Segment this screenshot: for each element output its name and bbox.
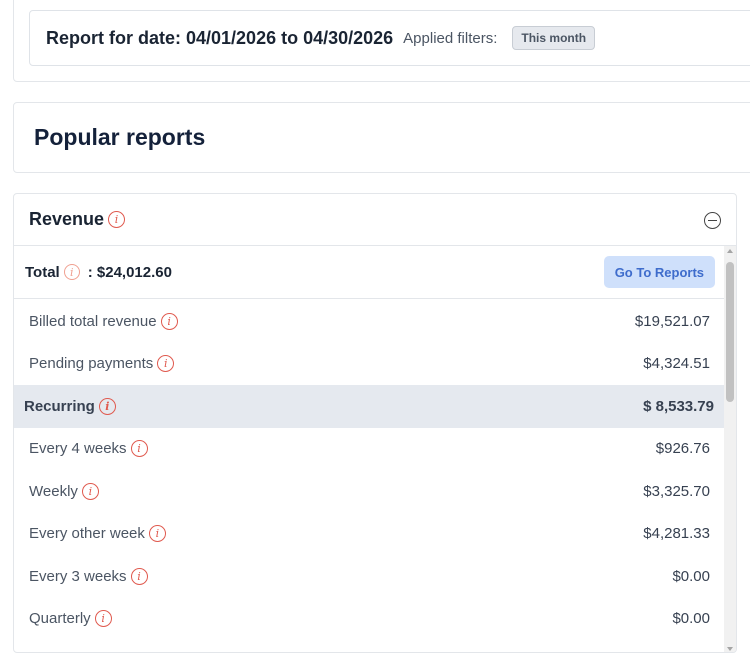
info-icon[interactable]: i — [130, 567, 148, 585]
row-label: Every 4 weeks — [29, 440, 127, 458]
revenue-row-billed-total: Billed total revenue i $19,521.07 — [14, 300, 726, 343]
revenue-info-icon[interactable]: i — [108, 211, 126, 228]
applied-filters-label: Applied filters: — [403, 29, 498, 47]
revenue-title: Revenue — [29, 209, 105, 229]
row-value: $4,281.33 — [643, 525, 710, 543]
row-label: Billed total revenue — [29, 312, 157, 330]
revenue-row-every-4-weeks: Every 4 weeks i $926.76 — [14, 428, 726, 471]
row-value: $4,324.51 — [643, 355, 710, 373]
row-value: $0.00 — [672, 610, 710, 628]
revenue-row-recurring: Recurring i $ 8,533.79 — [14, 385, 726, 428]
row-label: Weekly — [29, 482, 78, 500]
revenue-card: Revenue i Total i : $24,012.60 Go To Rep… — [13, 193, 737, 653]
row-label: Recurring — [24, 397, 95, 415]
row-label: Every 3 weeks — [29, 567, 127, 585]
row-value: $19,521.07 — [634, 312, 710, 330]
scroll-down-arrow-icon[interactable] — [727, 647, 733, 651]
scroll-up-arrow-icon[interactable] — [727, 249, 733, 253]
scroll-thumb[interactable] — [726, 262, 734, 402]
info-icon[interactable]: i — [94, 610, 112, 628]
report-date-card: Report for date: 04/01/2026 to 04/30/202… — [13, 0, 750, 82]
revenue-row-quarterly: Quarterly i $0.00 — [14, 598, 726, 641]
row-value: $3,325.70 — [643, 482, 710, 500]
row-value: $926.76 — [655, 440, 710, 458]
scrollbar[interactable] — [724, 246, 736, 652]
info-icon[interactable]: i — [130, 440, 148, 458]
popular-reports-title: Popular reports — [34, 124, 206, 150]
collapse-icon[interactable] — [704, 212, 721, 229]
info-icon[interactable]: i — [157, 355, 175, 373]
go-to-reports-button[interactable]: Go To Reports — [603, 256, 715, 288]
report-date-bar: Report for date: 04/01/2026 to 04/30/202… — [29, 10, 750, 66]
report-date-text: Report for date: 04/01/2026 to 04/30/202… — [46, 27, 394, 48]
total-row: Total i : $24,012.60 Go To Reports — [14, 246, 736, 299]
info-icon[interactable]: i — [98, 397, 116, 415]
total-info-icon[interactable]: i — [63, 264, 80, 280]
revenue-rows: Billed total revenue i $19,521.07 Pending… — [14, 300, 726, 640]
row-value: $ 8,533.79 — [643, 397, 714, 415]
filter-chip-this-month[interactable]: This month — [512, 26, 596, 50]
info-icon[interactable]: i — [81, 482, 99, 500]
revenue-row-pending-payments: Pending payments i $4,324.51 — [14, 343, 726, 386]
row-label: Quarterly — [29, 610, 91, 628]
info-icon[interactable]: i — [160, 312, 178, 330]
total-label: Total — [25, 263, 60, 281]
row-label: Every other week — [29, 525, 145, 543]
total-value: : $24,012.60 — [87, 263, 172, 281]
row-value: $0.00 — [672, 567, 710, 585]
revenue-row-every-other-week: Every other week i $4,281.33 — [14, 513, 726, 556]
revenue-header: Revenue i — [14, 194, 736, 246]
popular-reports-card: Popular reports — [13, 102, 750, 173]
row-label: Pending payments — [29, 355, 154, 373]
info-icon[interactable]: i — [148, 525, 166, 543]
revenue-row-every-3-weeks: Every 3 weeks i $0.00 — [14, 555, 726, 598]
revenue-row-weekly: Weekly i $3,325.70 — [14, 470, 726, 513]
